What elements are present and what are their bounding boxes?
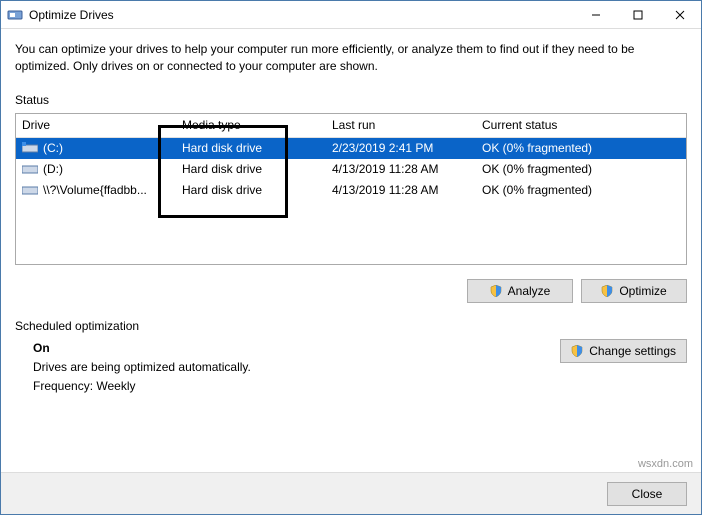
shield-icon [571, 345, 583, 357]
optimize-button[interactable]: Optimize [581, 279, 687, 303]
footer: Close [1, 472, 701, 514]
content-area: You can optimize your drives to help you… [1, 29, 701, 396]
drive-status: OK (0% fragmented) [476, 141, 686, 155]
scheduled-text: On Drives are being optimized automatica… [33, 339, 540, 397]
intro-text: You can optimize your drives to help you… [15, 41, 687, 75]
drive-status: OK (0% fragmented) [476, 162, 686, 176]
drives-list[interactable]: Drive Media type Last run Current status… [16, 114, 686, 264]
minimize-icon [591, 10, 601, 20]
status-label: Status [15, 93, 687, 107]
col-last-run[interactable]: Last run [326, 118, 476, 132]
scheduled-state: On [33, 339, 540, 358]
change-settings-button[interactable]: Change settings [560, 339, 687, 363]
table-row[interactable]: (D:) Hard disk drive 4/13/2019 11:28 AM … [16, 159, 686, 180]
drive-media: Hard disk drive [176, 162, 326, 176]
close-dialog-button[interactable]: Close [607, 482, 687, 506]
close-button[interactable] [659, 1, 701, 28]
watermark: wsxdn.com [638, 458, 693, 470]
scheduled-line2: Frequency: Weekly [33, 377, 540, 396]
drive-last: 2/23/2019 2:41 PM [326, 141, 476, 155]
optimize-label: Optimize [619, 284, 666, 298]
window-controls [575, 1, 701, 28]
minimize-button[interactable] [575, 1, 617, 28]
col-media[interactable]: Media type [176, 118, 326, 132]
close-label: Close [632, 487, 663, 501]
drive-name: (C:) [43, 141, 63, 155]
scheduled-line1: Drives are being optimized automatically… [33, 358, 540, 377]
change-label: Change settings [589, 344, 676, 358]
drive-name: (D:) [43, 162, 63, 176]
table-row[interactable]: \\?\Volume{ffadbb... Hard disk drive 4/1… [16, 180, 686, 201]
shield-icon [601, 285, 613, 297]
drive-media: Hard disk drive [176, 183, 326, 197]
scheduled-label: Scheduled optimization [15, 319, 687, 333]
table-row[interactable]: (C:) Hard disk drive 2/23/2019 2:41 PM O… [16, 138, 686, 159]
drive-icon [22, 163, 38, 175]
drive-os-icon [22, 142, 38, 154]
drive-status: OK (0% fragmented) [476, 183, 686, 197]
scheduled-row: On Drives are being optimized automatica… [15, 339, 687, 397]
drive-last: 4/13/2019 11:28 AM [326, 162, 476, 176]
close-icon [675, 10, 685, 20]
analyze-button[interactable]: Analyze [467, 279, 573, 303]
window-title: Optimize Drives [29, 8, 575, 22]
titlebar: Optimize Drives [1, 1, 701, 29]
drive-icon [22, 184, 38, 196]
analyze-label: Analyze [508, 284, 551, 298]
drive-last: 4/13/2019 11:28 AM [326, 183, 476, 197]
drives-panel: Drive Media type Last run Current status… [15, 113, 687, 265]
drive-media: Hard disk drive [176, 141, 326, 155]
shield-icon [490, 285, 502, 297]
maximize-button[interactable] [617, 1, 659, 28]
col-status[interactable]: Current status [476, 118, 686, 132]
maximize-icon [633, 10, 643, 20]
drives-header-row: Drive Media type Last run Current status [16, 114, 686, 138]
drive-name: \\?\Volume{ffadbb... [43, 183, 147, 197]
action-buttons: Analyze Optimize [15, 275, 687, 319]
app-icon [7, 7, 23, 23]
col-drive[interactable]: Drive [16, 118, 176, 132]
